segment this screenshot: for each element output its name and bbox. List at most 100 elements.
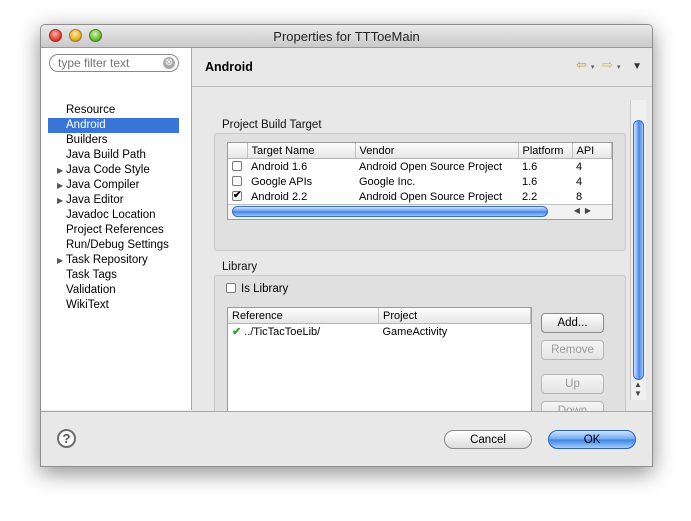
add-library-button[interactable]: Add... [541,313,604,333]
ok-button[interactable]: OK [548,430,636,449]
expand-arrow-icon[interactable]: ▶ [57,178,63,193]
table-row[interactable]: ✔ ../TicTacToeLib/GameActivity [228,324,531,340]
target-checkbox-cell[interactable] [228,159,247,175]
target-name-cell: Android 1.6 [251,160,308,173]
column-header-project[interactable]: Project [378,308,531,324]
build-target-label: Project Build Target [222,119,322,131]
target-platform-cell: 1.6 [522,160,538,173]
help-icon[interactable]: ? [57,429,76,448]
tree-item-resource[interactable]: Resource [48,103,179,118]
forward-history-dropdown-icon[interactable]: ▾ [617,63,621,71]
clear-filter-icon[interactable]: ⊗ [163,57,175,69]
vertical-scroll-thumb[interactable] [633,120,644,380]
tree-item-java-editor[interactable]: ▶ Java Editor [48,193,179,208]
move-up-button[interactable]: Up [541,374,604,394]
tree-item-wikitext[interactable]: WikiText [48,298,179,313]
tree-item-label: Run/Debug Settings [66,239,169,251]
target-name-cell: Google APIs [251,175,313,188]
back-history-dropdown-icon[interactable]: ▾ [591,63,595,71]
expand-arrow-icon[interactable]: ▶ [57,163,63,178]
column-header-api[interactable]: API [572,143,612,159]
build-target-table: Target Name Vendor Platform API Android … [227,142,613,220]
target-api-cell: 4 [576,160,583,173]
tree-item-label: Validation [66,284,116,296]
tree-item-label: Android [66,119,106,131]
column-header-platform[interactable]: Platform [518,143,573,159]
tree-item-task-repository[interactable]: ▶ Task Repository [48,253,179,268]
tree-item-java-compiler[interactable]: ▶ Java Compiler [48,178,179,193]
target-checkbox-cell[interactable] [228,174,247,189]
build-target-horizontal-scrollbar[interactable]: ◀▶ [228,204,612,219]
target-platform-cell: 2.2 [522,190,538,203]
library-label: Library [222,261,258,273]
tree-item-validation[interactable]: Validation [48,283,179,298]
expand-arrow-icon[interactable]: ▶ [57,193,63,208]
target-vendor-cell: Google Inc. [359,175,416,188]
forward-arrow-icon[interactable]: ⇨ [602,57,613,73]
cancel-button[interactable]: Cancel [444,430,532,449]
tree-item-javadoc-location[interactable]: Javadoc Location [48,208,179,223]
column-header-target-name[interactable]: Target Name [247,143,356,159]
filter-input[interactable] [58,56,158,70]
library-reference-cell: ✔ ../TicTacToeLib/ [228,324,379,340]
column-header-reference[interactable]: Reference [228,308,379,324]
is-library-label: Is Library [241,283,289,295]
tree-item-label: Javadoc Location [66,209,156,221]
is-library-checkbox-box[interactable] [226,282,236,293]
filter-field[interactable]: ⊗ [49,54,179,72]
dialog-footer: ? Cancel OK [41,411,652,466]
remove-library-button[interactable]: Remove [541,340,604,360]
tree-item-label: Project References [66,224,164,236]
target-checkbox[interactable]: ✔ [232,190,242,201]
target-checkbox[interactable] [232,160,242,171]
scroll-left-right-arrows-icon[interactable]: ◀▶ [574,206,596,215]
is-library-checkbox[interactable]: Is Library [226,282,289,295]
tree-item-label: Resource [66,104,116,116]
tree-item-label: Task Tags [66,269,117,281]
tree-item-builders[interactable]: Builders [48,133,179,148]
ok-check-icon: ✔ [232,326,242,338]
page-nav-controls: ⇦ ▾ ⇨ ▾ ▼ [572,57,642,73]
tree-item-project-references[interactable]: Project References [48,223,179,238]
page-header: Android ⇦ ▾ ⇨ ▾ ▼ [192,48,652,87]
horizontal-scroll-thumb[interactable] [232,206,548,217]
properties-tree: Resource Android Builders Java Build Path ▶ J… [48,103,179,313]
column-header-vendor[interactable]: Vendor [355,143,519,159]
tree-item-android[interactable]: Android [48,118,179,133]
tree-item-label: Task Repository [66,254,148,266]
tree-item-label: Java Code Style [66,164,150,176]
title-bar[interactable]: Properties for TTToeMain [41,25,652,48]
page-title: Android [205,60,253,74]
tree-item-label: Java Editor [66,194,124,206]
checkbox-column-header [228,143,248,159]
target-api-cell: 4 [576,175,583,188]
table-row[interactable]: Android 1.6 Android Open Source Project 1.… [228,159,612,175]
tree-item-run-debug-settings[interactable]: Run/Debug Settings [48,238,179,253]
back-arrow-icon[interactable]: ⇦ [576,57,587,73]
window-title: Properties for TTToeMain [273,29,420,44]
library-reference-text: ../TicTacToeLib/ [244,326,321,338]
expand-arrow-icon[interactable]: ▶ [57,253,63,268]
table-row[interactable]: Google APIs Google Inc. 1.6 4 [228,174,612,189]
tree-item-label: Java Compiler [66,179,140,191]
target-platform-cell: 1.6 [522,175,538,188]
view-menu-icon[interactable]: ▼ [632,61,642,72]
tree-item-label: WikiText [66,299,109,311]
properties-page: Android ⇦ ▾ ⇨ ▾ ▼ Project Build Target Tar… [192,48,652,427]
tree-item-task-tags[interactable]: Task Tags [48,268,179,283]
target-name-cell: Android 2.2 [251,190,308,203]
library-table: Reference Project ✔ ../TicTacToeLib/GameA… [227,307,532,427]
tree-item-java-code-style[interactable]: ▶ Java Code Style [48,163,179,178]
scroll-up-down-arrows-icon[interactable]: ▲ ▼ [634,380,642,398]
table-row[interactable]: ✔ Android 2.2 Android Open Source Project 2… [228,189,612,204]
library-project-cell: GameActivity [382,325,448,338]
target-checkbox[interactable] [232,175,242,186]
tree-item-java-build-path[interactable]: Java Build Path [48,148,179,163]
properties-nav-pane: ⊗ Resource Android Builders Java Build Path… [41,48,192,410]
target-checkbox-cell[interactable]: ✔ [228,189,247,204]
target-vendor-cell: Android Open Source Project [359,190,503,203]
target-api-cell: 8 [576,190,583,203]
page-vertical-scrollbar[interactable]: ▲ ▼ [630,100,646,400]
properties-dialog: Properties for TTToeMain ⊗ Resource Andro… [40,24,653,467]
target-vendor-cell: Android Open Source Project [359,160,503,173]
